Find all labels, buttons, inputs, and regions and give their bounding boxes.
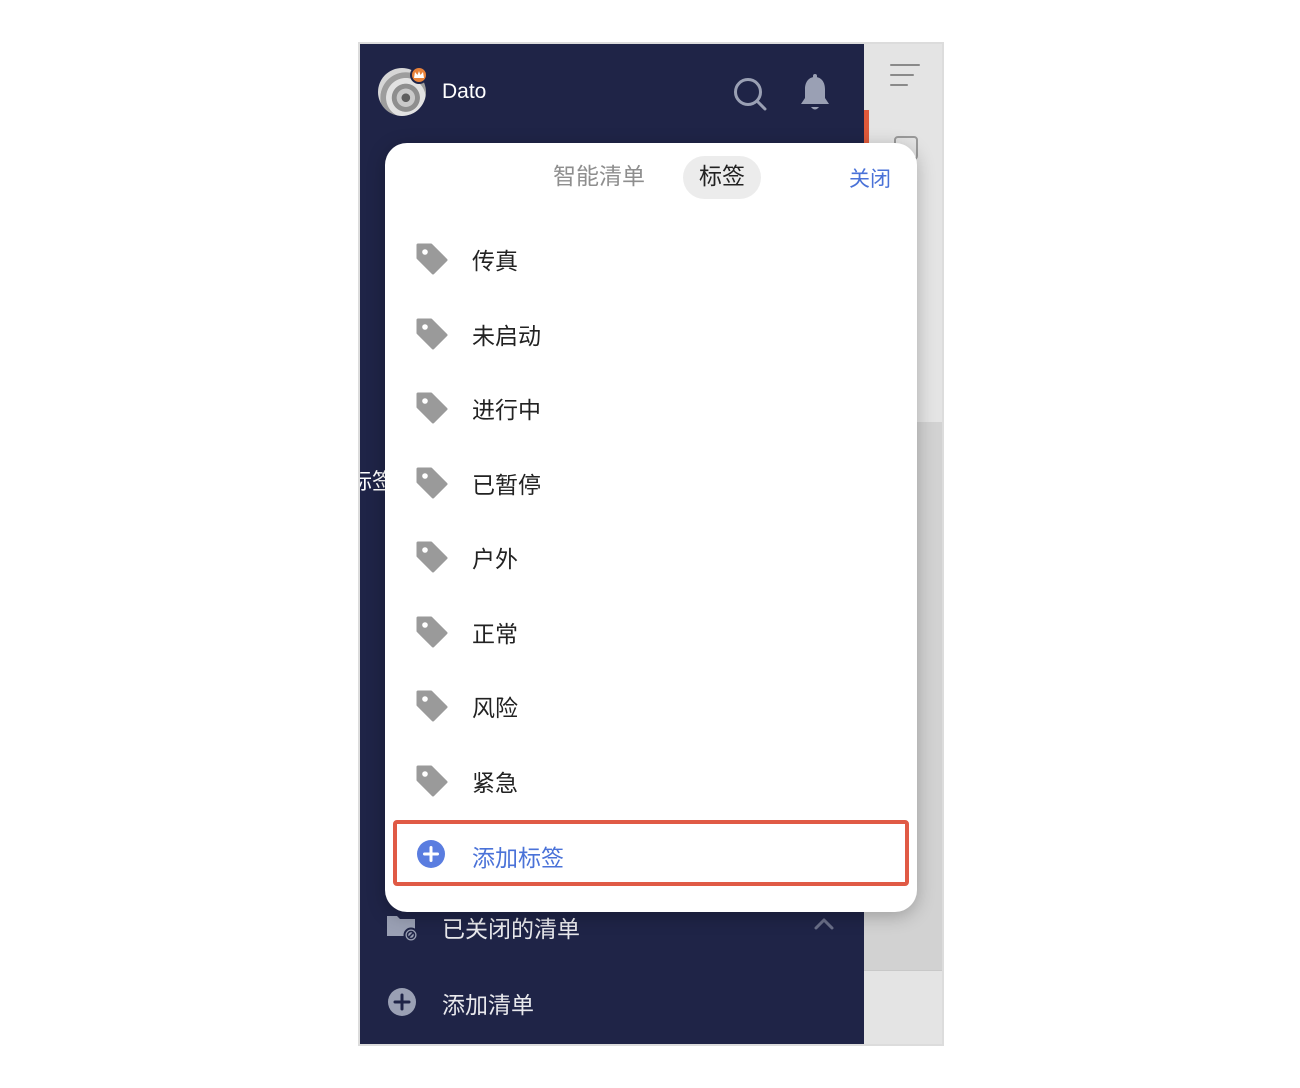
bell-icon[interactable] [798, 74, 832, 114]
tag-icon [415, 540, 449, 574]
main-pane-footer [864, 970, 942, 1044]
tag-label: 已暂停 [472, 472, 541, 499]
tag-item[interactable]: 未启动 [385, 295, 917, 370]
username[interactable]: Dato [442, 80, 486, 104]
tag-item[interactable]: 紧急 [385, 742, 917, 817]
tab-tags[interactable]: 标签 [683, 156, 761, 199]
tag-label: 紧急 [472, 770, 518, 797]
closed-lists-label: 已关闭的清单 [442, 917, 580, 943]
tag-icon [415, 317, 449, 351]
tag-label: 户外 [472, 547, 518, 573]
tag-icon [415, 764, 449, 798]
tag-icon [415, 615, 449, 649]
tag-item[interactable]: 正常 [385, 593, 917, 668]
tag-icon [415, 466, 449, 500]
tag-item[interactable]: 户外 [385, 518, 917, 593]
plus-circle-icon [416, 839, 446, 869]
tag-icon [415, 242, 449, 276]
chevron-up-icon[interactable] [812, 914, 836, 934]
tag-label: 未启动 [472, 323, 541, 350]
add-list-item[interactable]: 添加清单 [360, 972, 864, 1032]
tag-label: 风险 [472, 696, 518, 722]
add-tag-button[interactable]: 添加标签 [393, 820, 909, 886]
tag-list: 传真 未启动 进行中 已暂停 户外 正常 风险 紧急 [385, 220, 917, 816]
tag-item[interactable]: 进行中 [385, 369, 917, 444]
add-tag-label: 添加标签 [472, 846, 564, 872]
add-list-label: 添加清单 [442, 993, 534, 1019]
close-button[interactable]: 关闭 [849, 163, 891, 193]
tag-label: 进行中 [472, 398, 541, 424]
tab-smart-lists[interactable]: 智能清单 [537, 156, 661, 199]
folder-closed-icon [386, 910, 419, 943]
tag-picker-popup: 智能清单 标签 关闭 传真 未启动 进行中 已暂停 户外 正常 风险 紧急 添加… [385, 143, 917, 912]
tag-item[interactable]: 风险 [385, 667, 917, 742]
tag-icon [415, 391, 449, 425]
tag-label: 正常 [472, 621, 518, 648]
plus-circle-icon [386, 986, 418, 1018]
crown-icon [410, 66, 428, 84]
menu-icon[interactable] [890, 60, 924, 90]
tag-icon [415, 689, 449, 723]
search-icon[interactable] [732, 76, 768, 112]
tag-label: 传真 [472, 249, 518, 275]
tag-item[interactable]: 已暂停 [385, 444, 917, 519]
tag-item[interactable]: 传真 [385, 220, 917, 295]
